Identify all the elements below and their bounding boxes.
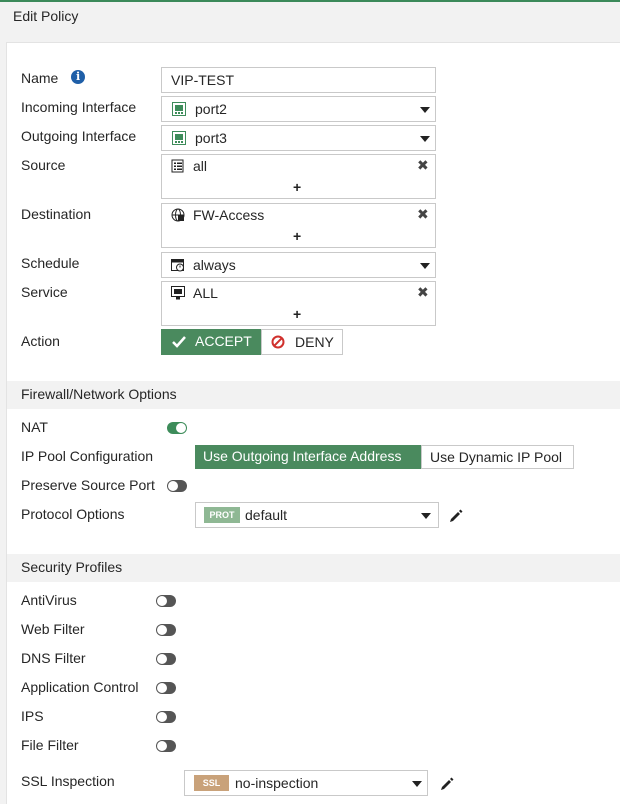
ssl-badge: SSL [194, 775, 229, 791]
add-destination-icon[interactable]: + [293, 228, 301, 244]
dns-filter-label: DNS Filter [21, 650, 86, 666]
network-port-icon [172, 102, 186, 116]
chevron-down-icon [421, 513, 431, 519]
dns-filter-toggle[interactable] [156, 653, 176, 665]
window-title-bar: Edit Policy [0, 0, 620, 32]
application-control-label: Application Control [21, 679, 139, 695]
source-label: Source [21, 157, 66, 173]
remove-icon[interactable]: ✖ [417, 284, 429, 301]
add-source-icon[interactable]: + [293, 179, 301, 195]
incoming-interface-select[interactable]: port2 [161, 96, 436, 122]
ip-pool-label: IP Pool Configuration [21, 448, 154, 464]
deny-icon [271, 335, 285, 349]
antivirus-toggle[interactable] [156, 595, 176, 607]
schedule-select[interactable]: always [161, 252, 436, 278]
file-filter-label: File Filter [21, 737, 79, 753]
protocol-options-select[interactable]: PROT default [195, 502, 439, 528]
web-filter-label: Web Filter [21, 621, 85, 637]
edit-protocol-pencil-icon[interactable] [449, 509, 463, 523]
preserve-source-port-label: Preserve Source Port [21, 477, 155, 493]
info-icon[interactable]: i [71, 70, 85, 84]
name-label: Name [21, 70, 59, 86]
address-list-icon [171, 159, 184, 173]
add-service-icon[interactable]: + [293, 306, 301, 322]
chevron-down-icon [412, 781, 422, 787]
chevron-down-icon [420, 263, 430, 269]
web-filter-toggle[interactable] [156, 624, 176, 636]
schedule-label: Schedule [21, 255, 80, 271]
protocol-options-label: Protocol Options [21, 506, 125, 522]
source-entry: all [193, 158, 208, 174]
ssl-inspection-select[interactable]: SSL no-inspection [184, 770, 428, 796]
application-control-toggle[interactable] [156, 682, 176, 694]
network-port-icon [172, 131, 186, 145]
action-label: Action [21, 333, 60, 349]
service-label: Service [21, 284, 68, 300]
schedule-icon [171, 259, 184, 272]
ips-toggle[interactable] [156, 711, 176, 723]
file-filter-toggle[interactable] [156, 740, 176, 752]
outgoing-interface-label: Outgoing Interface [21, 128, 137, 144]
use-outgoing-interface-button[interactable]: Use Outgoing Interface Address [195, 445, 421, 469]
edit-ssl-pencil-icon[interactable] [440, 777, 454, 791]
service-icon [171, 286, 185, 300]
source-multiselect[interactable]: all ✖ + [161, 154, 436, 199]
security-profiles-header: Security Profiles [7, 554, 620, 582]
preserve-source-port-toggle[interactable] [167, 480, 187, 492]
nat-label: NAT [21, 419, 48, 435]
destination-label: Destination [21, 206, 92, 222]
policy-form-panel: Name i VIP-TEST Incoming Interface port2… [6, 42, 620, 804]
use-dynamic-ip-pool-button[interactable]: Use Dynamic IP Pool [421, 445, 574, 469]
check-icon [172, 336, 186, 348]
incoming-interface-label: Incoming Interface [21, 99, 137, 115]
accept-button[interactable]: ACCEPT [161, 329, 261, 355]
destination-multiselect[interactable]: FW-Access ✖ + [161, 203, 436, 248]
chevron-down-icon [420, 136, 430, 142]
name-input[interactable]: VIP-TEST [161, 67, 436, 93]
firewall-options-header: Firewall/Network Options [7, 381, 620, 409]
window-title: Edit Policy [13, 8, 79, 24]
service-entry: ALL [193, 285, 218, 301]
remove-icon[interactable]: ✖ [417, 206, 429, 223]
service-multiselect[interactable]: ALL ✖ + [161, 281, 436, 326]
ips-label: IPS [21, 708, 44, 724]
ssl-inspection-label: SSL Inspection [21, 773, 115, 789]
remove-icon[interactable]: ✖ [417, 157, 429, 174]
antivirus-label: AntiVirus [21, 592, 77, 608]
nat-toggle[interactable] [167, 422, 187, 434]
protocol-badge: PROT [204, 507, 240, 523]
chevron-down-icon [420, 107, 430, 113]
virtual-ip-icon [171, 208, 185, 222]
destination-entry: FW-Access [193, 207, 265, 223]
deny-button[interactable]: DENY [261, 329, 343, 355]
outgoing-interface-select[interactable]: port3 [161, 125, 436, 151]
